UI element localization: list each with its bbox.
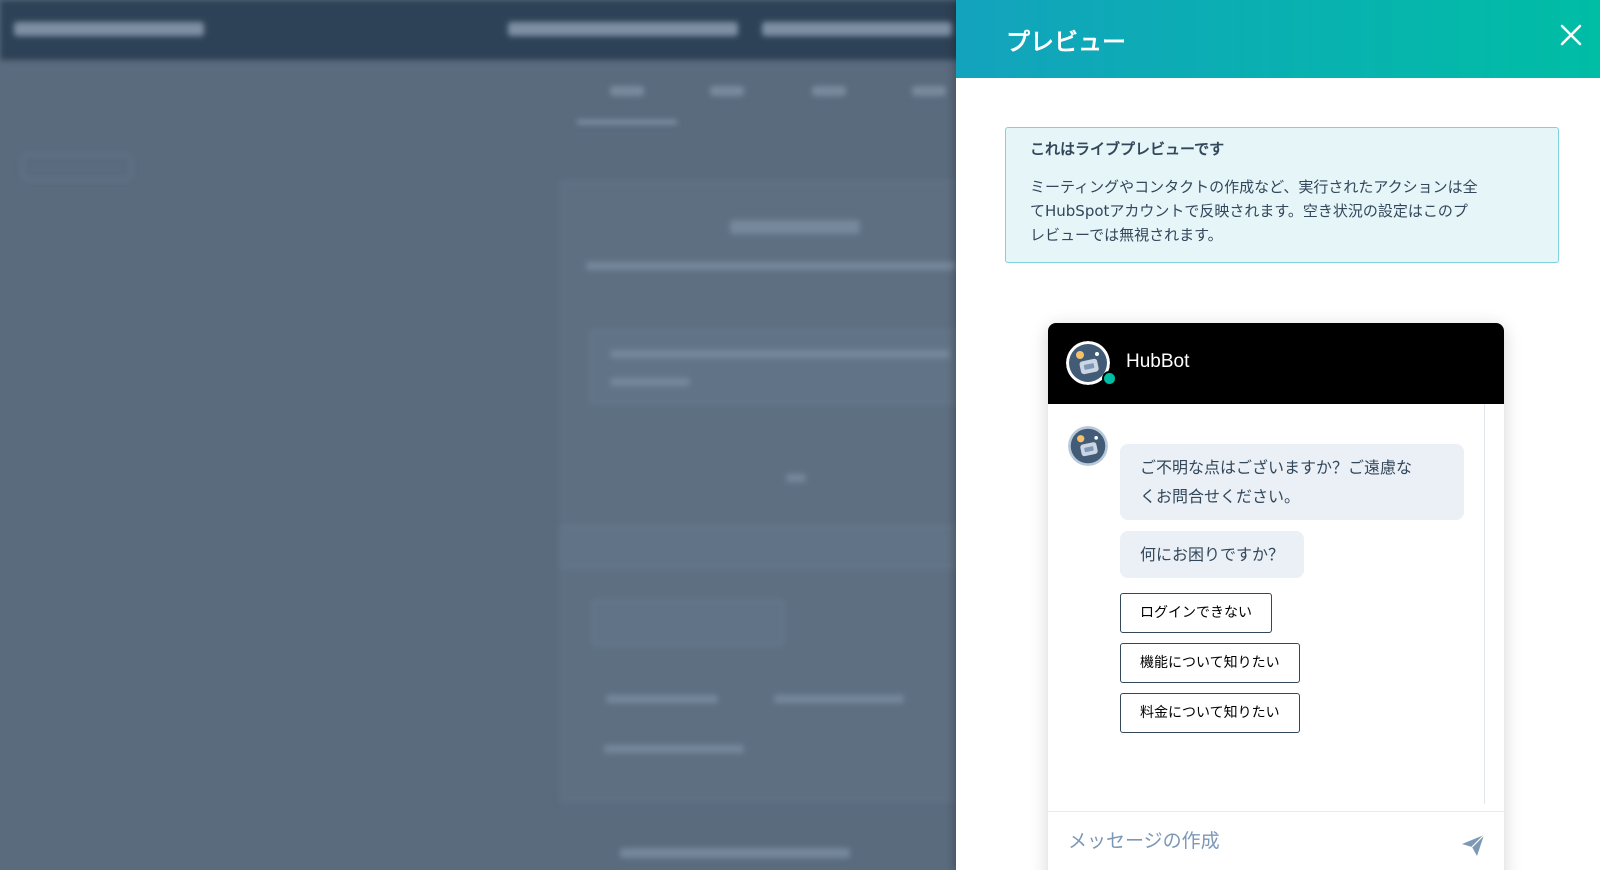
background-pill <box>22 154 132 180</box>
preview-panel: プレビュー これはライブプレビューです ミーティングやコンタクトの作成など、実行… <box>956 0 1600 870</box>
preview-panel-header: プレビュー <box>956 0 1600 78</box>
notice-line: てHubSpotアカウントで反映されます。空き状況の設定はこのプ <box>1030 202 1468 220</box>
quick-reply-button[interactable]: 料金について知りたい <box>1120 693 1300 733</box>
app-screen: プレビュー これはライブプレビューです ミーティングやコンタクトの作成など、実行… <box>0 0 1600 870</box>
background-tab-underline <box>577 120 677 124</box>
quick-reply-button[interactable]: ログインできない <box>1120 593 1272 633</box>
send-button[interactable] <box>1460 832 1486 858</box>
quick-reply-button[interactable]: 機能について知りたい <box>1120 643 1300 683</box>
notice-body: ミーティングやコンタクトの作成など、実行されたアクションは全 てHubSpotア… <box>1030 175 1534 247</box>
chat-header: HubBot <box>1048 323 1504 404</box>
notice-title: これはライブプレビューです <box>1030 140 1225 158</box>
chat-widget: HubBot ご不明な点はございますか？ご遠慮な くお問合せください。 何にお困… <box>1048 323 1504 870</box>
background-card <box>560 180 982 802</box>
chat-messages: ご不明な点はございますか？ご遠慮な くお問合せください。 何にお困りですか？ ロ… <box>1048 404 1504 804</box>
preview-panel-title: プレビュー <box>1006 28 1126 56</box>
message-avatar <box>1068 426 1108 466</box>
chat-scrollbar-track[interactable] <box>1484 404 1485 804</box>
live-preview-notice: これはライブプレビューです ミーティングやコンタクトの作成など、実行されたアクシ… <box>1005 127 1559 263</box>
robot-icon <box>1068 426 1108 466</box>
close-icon <box>1560 24 1582 46</box>
bot-name: HubBot <box>1126 351 1190 372</box>
send-icon <box>1462 834 1485 856</box>
notice-line: レビューでは無視されます。 <box>1030 226 1223 244</box>
notice-line: ミーティングやコンタクトの作成など、実行されたアクションは全 <box>1030 178 1478 196</box>
online-status-dot <box>1102 371 1117 386</box>
bot-message: 何にお困りですか？ <box>1120 531 1305 578</box>
bot-message: ご不明な点はございますか？ご遠慮な くお問合せください。 <box>1120 444 1464 520</box>
close-button[interactable] <box>1556 20 1586 50</box>
message-composer <box>1048 811 1504 870</box>
message-input[interactable] <box>1066 822 1440 860</box>
